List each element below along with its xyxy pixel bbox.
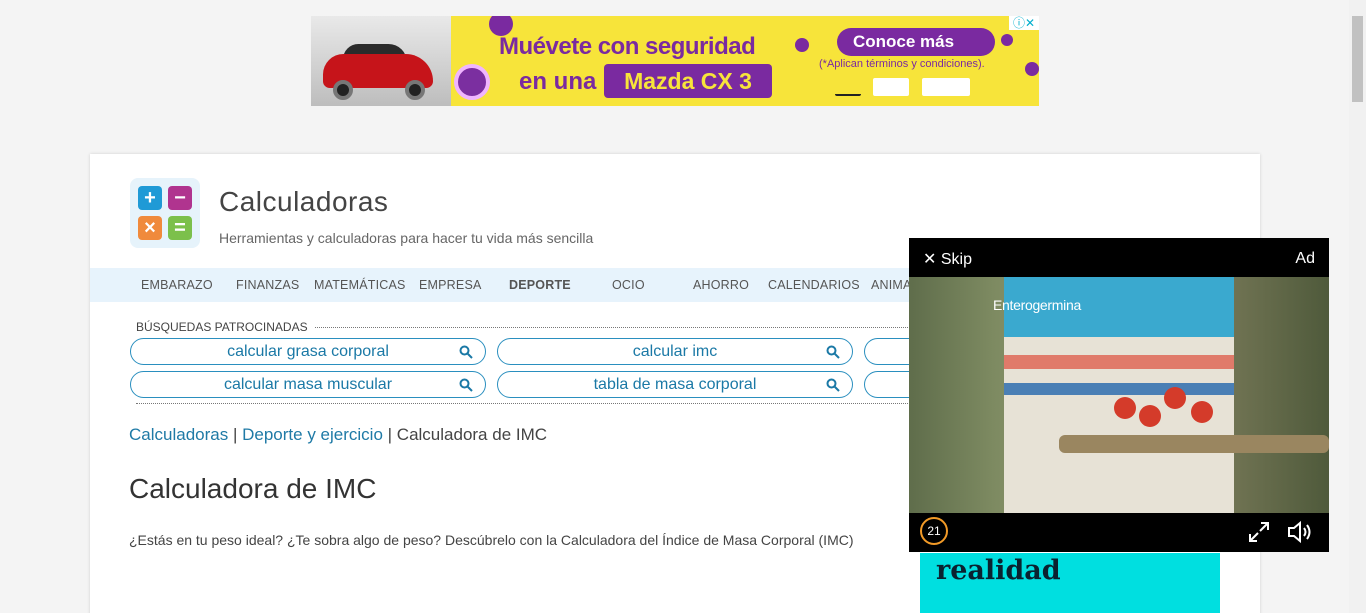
sponsored-search-link[interactable]: calcular imc xyxy=(497,338,853,365)
breadcrumb-home-link[interactable]: Calculadoras xyxy=(129,425,228,444)
nav-item-deporte[interactable]: DEPORTE xyxy=(509,268,571,302)
page-title: Calculadora de IMC xyxy=(129,473,377,504)
ad-brand-logo xyxy=(454,64,490,100)
page-scrollbar[interactable] xyxy=(1349,0,1366,613)
video-ad-player[interactable]: ✕ Skip Ad Enterogermina 21 xyxy=(909,238,1329,552)
close-icon: ✕ xyxy=(923,251,937,268)
divider xyxy=(136,403,916,404)
video-frame[interactable]: Enterogermina xyxy=(909,277,1329,513)
sponsored-search-link[interactable]: calcular masa muscular xyxy=(130,371,486,398)
video-brand-watermark: Enterogermina xyxy=(993,297,1081,313)
volume-icon[interactable] xyxy=(1287,520,1313,544)
sponsored-search-text: tabla de masa corporal xyxy=(593,376,757,393)
ad-subheadline: en una xyxy=(519,68,597,95)
ad-headline: Muévete con seguridad xyxy=(499,33,756,60)
adchoices-icon[interactable]: ⓘ✕ xyxy=(1009,16,1039,30)
nav-item-empresa[interactable]: EMPRESA xyxy=(419,268,482,302)
skip-label: Skip xyxy=(940,251,972,268)
nav-item-animales[interactable]: ANIMA xyxy=(871,268,912,302)
search-icon xyxy=(826,345,840,359)
breadcrumb-separator: | xyxy=(387,425,393,444)
search-icon xyxy=(459,345,473,359)
side-ad-banner[interactable]: realidad xyxy=(920,553,1220,613)
search-icon xyxy=(459,378,473,392)
skip-button[interactable]: ✕ Skip xyxy=(923,249,972,269)
site-title[interactable]: Calculadoras xyxy=(219,186,388,218)
expand-icon[interactable] xyxy=(1248,521,1270,543)
countdown-timer: 21 xyxy=(920,517,948,545)
breadcrumb: Calculadoras | Deporte y ejercicio | Cal… xyxy=(129,425,547,445)
scrollbar-thumb[interactable] xyxy=(1352,16,1363,102)
nav-item-calendarios[interactable]: CALENDARIOS xyxy=(768,268,860,302)
top-banner-ad[interactable]: Muévete con seguridad en una Mazda CX 3 … xyxy=(311,16,1039,106)
nav-item-finanzas[interactable]: FINANZAS xyxy=(236,268,299,302)
site-logo-icon[interactable]: + − × = xyxy=(130,178,200,248)
ad-cta-button[interactable]: Conoce más xyxy=(837,28,995,56)
breadcrumb-category-link[interactable]: Deporte y ejercicio xyxy=(242,425,383,444)
car-image xyxy=(311,16,451,106)
sponsored-search-link[interactable]: tabla de masa corporal xyxy=(497,371,853,398)
search-icon xyxy=(826,378,840,392)
ad-terms: (*Aplican términos y condiciones). xyxy=(819,58,985,70)
page-intro: ¿Estás en tu peso ideal? ¿Te sobra algo … xyxy=(129,532,854,548)
breadcrumb-current: Calculadora de IMC xyxy=(396,425,548,444)
ad-label: Ad xyxy=(1295,250,1315,267)
sponsored-search-text: calcular masa muscular xyxy=(223,376,393,393)
nav-item-matematicas[interactable]: MATEMÁTICAS xyxy=(314,268,406,302)
ad-partner-logos xyxy=(835,78,995,100)
sponsored-search-text: calcular imc xyxy=(632,343,718,360)
sponsored-search-text: calcular grasa corporal xyxy=(227,343,389,360)
nav-item-ahorro[interactable]: AHORRO xyxy=(693,268,749,302)
nav-item-embarazo[interactable]: EMBARAZO xyxy=(141,268,213,302)
ad-model-label: Mazda CX 3 xyxy=(604,64,772,98)
breadcrumb-separator: | xyxy=(232,425,238,444)
nav-item-ocio[interactable]: OCIO xyxy=(612,268,645,302)
side-ad-text: realidad xyxy=(936,555,1061,586)
site-tagline: Herramientas y calculadoras para hacer t… xyxy=(219,230,594,246)
sponsored-searches-label: BÚSQUEDAS PATROCINADAS xyxy=(136,320,314,334)
sponsored-search-link[interactable]: calcular grasa corporal xyxy=(130,338,486,365)
